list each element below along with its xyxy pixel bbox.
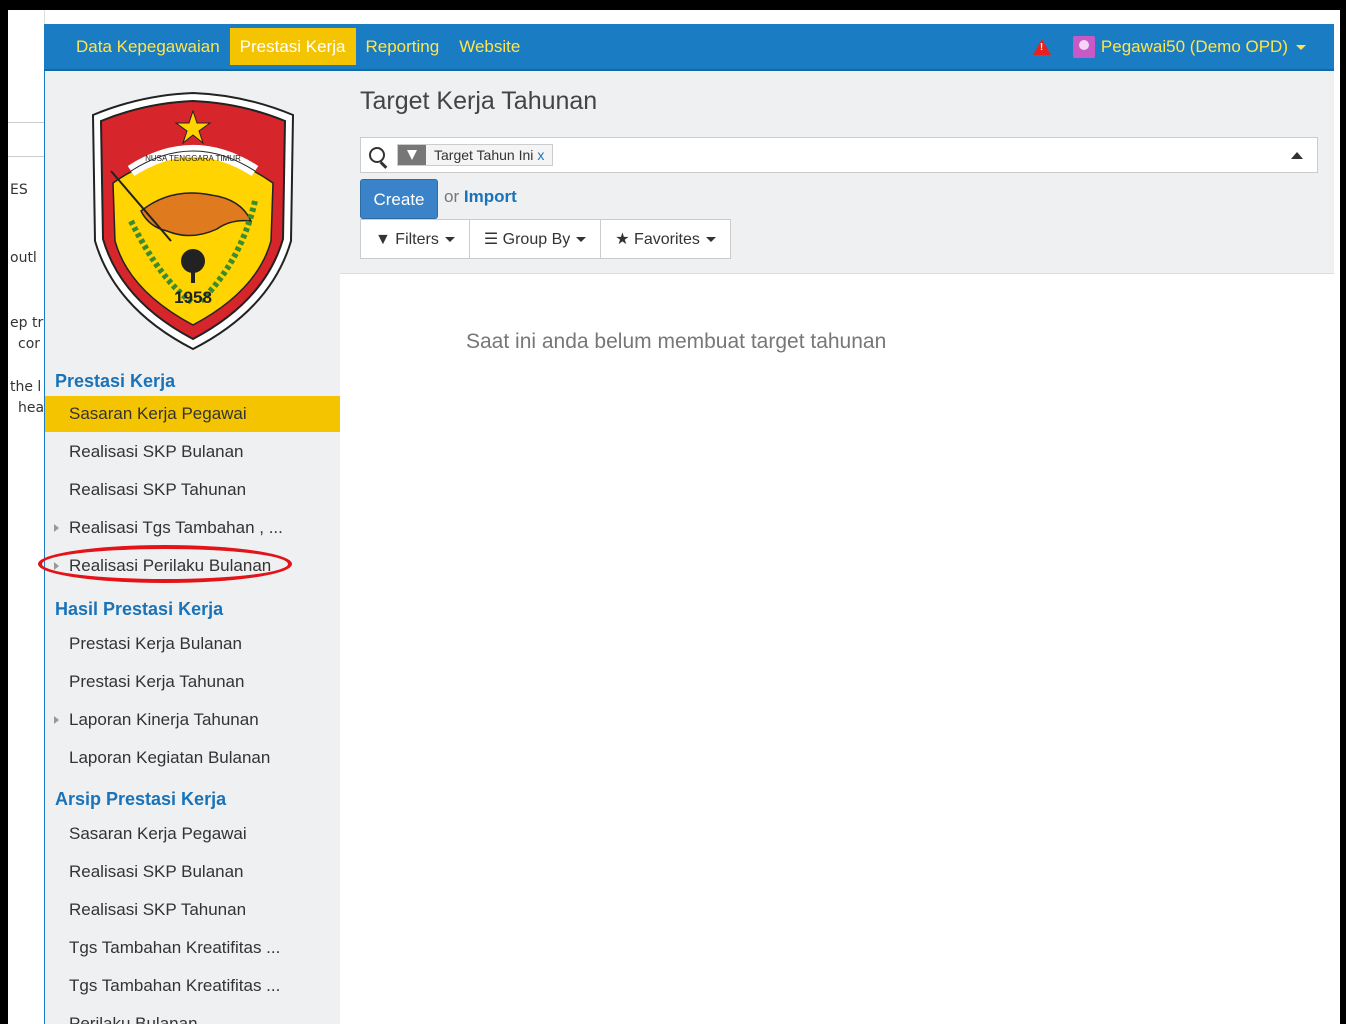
chevron-down-icon [444,237,455,243]
main-content: Target Kerja Tahunan Target Tahun Ini x C… [340,71,1334,1024]
sidebar-item-laporan-kinerja-tahunan[interactable]: Laporan Kinerja Tahunan [45,702,340,738]
section-title-arsip-prestasi-kerja: Arsip Prestasi Kerja [55,789,227,809]
user-area: ! Pegawai50 (Demo OPD) [1032,24,1306,69]
user-menu[interactable]: Pegawai50 (Demo OPD) [1101,37,1306,57]
background-text: the l [10,379,42,395]
import-link[interactable]: Import [464,187,517,206]
sidebar-item-realisasi-skp-bulanan[interactable]: Realisasi SKP Bulanan [45,434,340,470]
group-by-button[interactable]: ☰ Group By [468,219,602,259]
top-navbar: Data Kepegawaian Prestasi Kerja Reportin… [44,24,1334,71]
top-menu: Data Kepegawaian Prestasi Kerja Reportin… [66,24,530,69]
divider [8,156,44,157]
sidebar-item-arsip-realisasi-skp-bulanan[interactable]: Realisasi SKP Bulanan [45,854,340,890]
screen-frame: ES outl ep tr cor the l hea Data Kepegaw… [8,10,1340,1024]
sidebar-item-arsip-realisasi-skp-tahunan[interactable]: Realisasi SKP Tahunan [45,892,340,928]
user-name: Pegawai50 (Demo OPD) [1100,36,1288,56]
section-title-hasil-prestasi-kerja: Hasil Prestasi Kerja [55,599,224,619]
or-import: or Import [444,187,517,207]
chevron-down-icon [705,237,716,243]
sidebar-item-realisasi-tgs-tambahan[interactable]: Realisasi Tgs Tambahan , ... [45,510,340,546]
filters-label: Filters [395,231,439,248]
expand-arrow-icon[interactable] [54,524,59,532]
sidebar-item-laporan-kegiatan-bulanan[interactable]: Laporan Kegiatan Bulanan [45,740,340,776]
sidebar: NUSA TENGGARA TIMUR 1958 Prestasi Kerja … [38,71,341,1024]
star-icon: ★ [615,231,630,248]
facet-remove-button[interactable]: x [537,147,544,163]
page-title: Target Kerja Tahunan [360,87,598,115]
search-facet: Target Tahun Ini x [397,144,554,166]
filter-icon: ▼ [375,231,391,248]
filter-icon [398,145,426,165]
facet-label: Target Tahun Ini [434,147,534,163]
favorites-label: Favorites [634,231,700,248]
background-window-strip: ES outl ep tr cor the l hea [8,10,45,1024]
expand-arrow-icon[interactable] [54,716,59,724]
group-by-label: Group By [502,231,571,248]
search-toggle-icon[interactable] [1291,152,1303,159]
sidebar-item-arsip-tgs-tambahan-1[interactable]: Tgs Tambahan Kreatifitas ... [45,930,340,966]
sidebar-item-label: Realisasi Tgs Tambahan , ... [69,518,283,537]
section-title-prestasi-kerja: Prestasi Kerja [55,371,176,391]
chevron-down-icon [576,237,587,243]
list-icon: ☰ [483,231,499,248]
chevron-down-icon [1296,44,1306,50]
logo-year: 1958 [174,288,212,307]
control-panel: Target Kerja Tahunan Target Tahun Ini x C… [340,71,1334,274]
sidebar-item-label: Laporan Kinerja Tahunan [69,710,259,729]
logo-ntt-emblem: NUSA TENGGARA TIMUR 1958 [91,91,295,351]
sidebar-item-prestasi-kerja-tahunan[interactable]: Prestasi Kerja Tahunan [45,664,340,700]
sidebar-item-prestasi-kerja-bulanan[interactable]: Prestasi Kerja Bulanan [45,626,340,662]
menu-website[interactable]: Website [449,28,530,65]
background-text: hea [18,400,45,416]
favorites-button[interactable]: ★ Favorites [600,219,731,259]
menu-reporting[interactable]: Reporting [356,28,450,65]
sidebar-item-arsip-sasaran-kerja-pegawai[interactable]: Sasaran Kerja Pegawai [45,816,340,852]
logo-banner-text: NUSA TENGGARA TIMUR [145,154,241,163]
sidebar-item-realisasi-skp-tahunan[interactable]: Realisasi SKP Tahunan [45,472,340,508]
create-button[interactable]: Create [360,179,438,219]
background-text: ES [10,182,28,198]
background-text: ep tr [10,315,44,331]
background-text: cor [18,336,41,352]
background-text: outl [10,250,37,266]
divider [8,122,44,123]
or-label: or [444,187,460,206]
empty-state-message: Saat ini anda belum membuat target tahun… [466,330,887,353]
search-icon [369,147,385,163]
sidebar-item-arsip-tgs-tambahan-2[interactable]: Tgs Tambahan Kreatifitas ... [45,968,340,1004]
search-bar[interactable]: Target Tahun Ini x [360,137,1318,173]
menu-data-kepegawaian[interactable]: Data Kepegawaian [66,28,230,65]
sidebar-item-arsip-perilaku-bulanan[interactable]: Perilaku Bulanan [45,1006,340,1024]
alert-icon[interactable]: ! [1032,38,1051,55]
filters-button[interactable]: ▼ Filters [360,219,470,259]
search-options-group: ▼ Filters ☰ Group By ★ Favorites [360,219,731,259]
avatar[interactable] [1072,35,1095,58]
sidebar-item-sasaran-kerja-pegawai[interactable]: Sasaran Kerja Pegawai [45,396,340,432]
highlight-annotation-circle [38,545,292,583]
menu-prestasi-kerja[interactable]: Prestasi Kerja [229,28,356,65]
